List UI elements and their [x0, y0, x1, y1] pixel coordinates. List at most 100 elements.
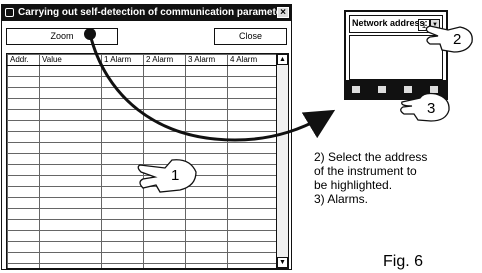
table-cell — [39, 120, 102, 132]
instruction-text: 2) Select the address of the instrument … — [314, 150, 482, 206]
table-cell — [143, 219, 186, 231]
table-cell — [227, 142, 278, 154]
table-cell — [227, 219, 278, 231]
column-header-2-alarm[interactable]: 2 Alarm — [143, 54, 186, 66]
table-cell — [143, 120, 186, 132]
table-cell — [7, 241, 40, 253]
network-address-value[interactable]: 1 — [418, 19, 430, 31]
table-cell — [143, 164, 186, 176]
table-row[interactable] — [7, 219, 278, 231]
table-cell — [7, 197, 40, 209]
table-row[interactable] — [7, 252, 278, 264]
table-cell — [185, 164, 228, 176]
table-cell — [227, 197, 278, 209]
table-row[interactable] — [7, 241, 278, 253]
table-row[interactable] — [7, 208, 278, 220]
table-cell — [227, 241, 278, 253]
table-cell — [185, 230, 228, 242]
table-cell — [143, 131, 186, 143]
table-cell — [185, 241, 228, 253]
table-cell — [7, 252, 40, 264]
table-row[interactable] — [7, 263, 278, 268]
table-cell — [101, 164, 144, 176]
dialog-titlebar: Carrying out self-detection of communica… — [2, 5, 291, 21]
table-cell — [185, 219, 228, 231]
table-cell — [101, 252, 144, 264]
table-cell — [185, 252, 228, 264]
table-cell — [101, 219, 144, 231]
table-cell — [7, 98, 40, 110]
table-row[interactable] — [7, 65, 278, 77]
table-cell — [101, 263, 144, 268]
table-cell — [39, 263, 102, 268]
table-cell — [39, 219, 102, 231]
table-row[interactable] — [7, 109, 278, 121]
table-cell — [101, 65, 144, 77]
table-row[interactable] — [7, 87, 278, 99]
table-cell — [185, 76, 228, 88]
dialog-title: Carrying out self-detection of communica… — [18, 7, 290, 18]
table-cell — [7, 219, 40, 231]
table-cell — [39, 153, 102, 165]
table-cell — [101, 131, 144, 143]
table-row[interactable] — [7, 175, 278, 187]
zoom-button[interactable]: Zoom — [6, 28, 118, 45]
table-row[interactable] — [7, 230, 278, 242]
table-cell — [227, 120, 278, 132]
table-row[interactable] — [7, 120, 278, 132]
table-cell — [227, 153, 278, 165]
table-row[interactable] — [7, 186, 278, 198]
table-cell — [101, 241, 144, 253]
dropdown-arrow-icon[interactable]: ▼ — [430, 19, 440, 31]
table-cell — [39, 164, 102, 176]
table-cell — [143, 142, 186, 154]
table-cell — [39, 76, 102, 88]
table-cell — [39, 186, 102, 198]
column-header-1-alarm[interactable]: 1 Alarm — [101, 54, 144, 66]
table-cell — [185, 153, 228, 165]
table-cell — [101, 230, 144, 242]
table-cell — [101, 175, 144, 187]
scroll-up-icon[interactable]: ▲ — [277, 54, 288, 65]
table-row[interactable] — [7, 142, 278, 154]
table-row[interactable] — [7, 153, 278, 165]
table-cell — [143, 252, 186, 264]
table-cell — [227, 230, 278, 242]
table-row[interactable] — [7, 197, 278, 209]
vertical-scrollbar[interactable]: ▲ ▼ — [276, 54, 288, 268]
results-table[interactable]: Addr. Value 1 Alarm 2 Alarm 3 Alarm 4 Al… — [6, 53, 289, 269]
table-cell — [101, 197, 144, 209]
table-cell — [143, 153, 186, 165]
scroll-down-icon[interactable]: ▼ — [277, 257, 288, 268]
table-cell — [143, 241, 186, 253]
column-header-value[interactable]: Value — [39, 54, 102, 66]
table-row[interactable] — [7, 98, 278, 110]
table-row[interactable] — [7, 76, 278, 88]
table-cell — [185, 65, 228, 77]
table-cell — [227, 208, 278, 220]
table-cell — [7, 76, 40, 88]
table-cell — [39, 252, 102, 264]
table-cell — [7, 175, 40, 187]
column-header-addr[interactable]: Addr. — [7, 54, 40, 66]
table-cell — [39, 142, 102, 154]
table-cell — [185, 87, 228, 99]
instruction-line: 2) Select the address — [314, 150, 428, 164]
table-row[interactable] — [7, 164, 278, 176]
table-cell — [39, 197, 102, 209]
table-cell — [227, 175, 278, 187]
instrument-display: Network address: 1 ▼ — [344, 10, 448, 100]
table-cell — [143, 65, 186, 77]
column-header-4-alarm[interactable]: 4 Alarm — [227, 54, 278, 66]
table-cell — [227, 186, 278, 198]
table-cell — [7, 230, 40, 242]
table-cell — [143, 76, 186, 88]
close-window-icon[interactable]: × — [277, 7, 289, 18]
close-button[interactable]: Close — [214, 28, 287, 45]
table-cell — [101, 208, 144, 220]
table-cell — [39, 241, 102, 253]
table-cell — [185, 142, 228, 154]
table-cell — [7, 208, 40, 220]
table-row[interactable] — [7, 131, 278, 143]
column-header-3-alarm[interactable]: 3 Alarm — [185, 54, 228, 66]
